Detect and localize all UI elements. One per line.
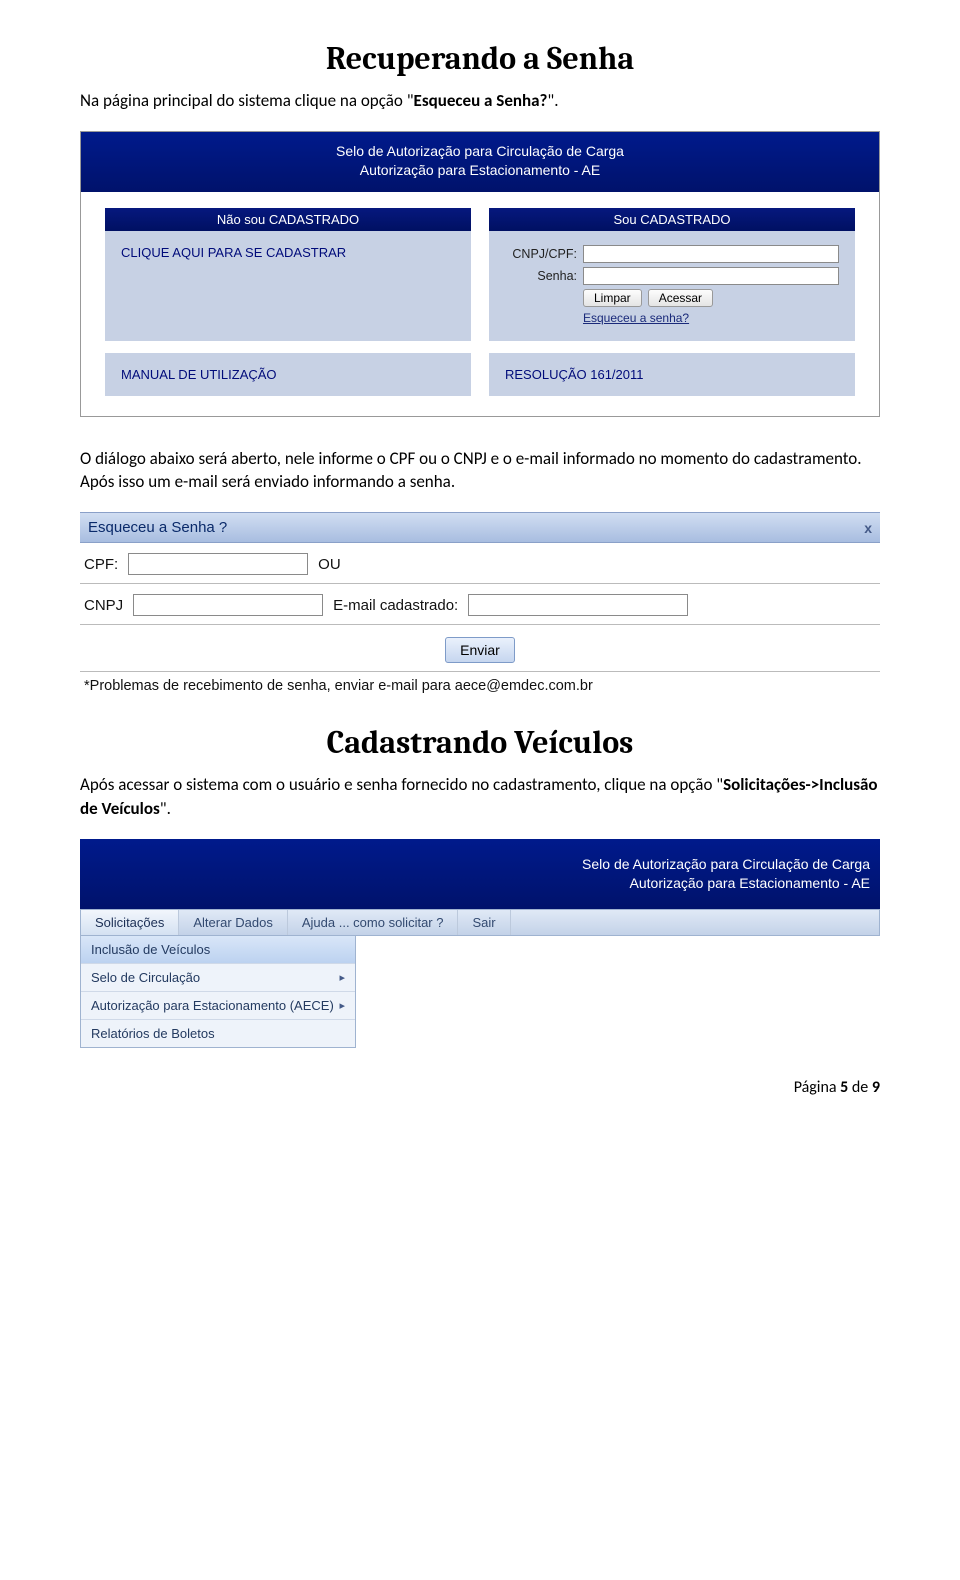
dialog-title-text: Esqueceu a Senha ? bbox=[88, 519, 227, 536]
left-header: Não sou CADASTRADO bbox=[105, 208, 471, 231]
section-heading-recovery: Recuperando a Senha bbox=[80, 40, 880, 77]
right-header: Sou CADASTRADO bbox=[489, 208, 855, 231]
resolution-link[interactable]: RESOLUÇÃO 161/2011 bbox=[489, 353, 855, 396]
nav-screenshot: Selo de Autorização para Circulação de C… bbox=[80, 839, 880, 1048]
intro2-pre: Após acessar o sistema com o usuário e s… bbox=[80, 774, 723, 795]
nav-alterar-dados[interactable]: Alterar Dados bbox=[179, 910, 287, 935]
cpf-input[interactable] bbox=[128, 553, 308, 575]
dd-autorizacao-aece[interactable]: Autorização para Estacionamento (AECE) ▸ bbox=[81, 991, 355, 1019]
footer-total: 9 bbox=[872, 1078, 880, 1097]
dialog-explain-text: O diálogo abaixo será aberto, nele infor… bbox=[80, 447, 880, 495]
dd-item-label: Inclusão de Veículos bbox=[91, 942, 210, 957]
cnpjcpf-input[interactable] bbox=[583, 245, 839, 263]
manual-link[interactable]: MANUAL DE UTILIZAÇÃO bbox=[105, 353, 471, 396]
intro-text-recovery: Na página principal do sistema clique na… bbox=[80, 89, 880, 113]
senha-input[interactable] bbox=[583, 267, 839, 285]
dd-item-label: Selo de Circulação bbox=[91, 970, 200, 985]
right-column: Sou CADASTRADO CNPJ/CPF: Senha: Limpar A… bbox=[489, 208, 855, 341]
dd-item-label: Autorização para Estacionamento (AECE) bbox=[91, 998, 334, 1013]
email-label: E-mail cadastrado: bbox=[333, 597, 458, 614]
login-form: CNPJ/CPF: Senha: Limpar Acessar Esqueceu… bbox=[489, 231, 855, 341]
chevron-right-icon: ▸ bbox=[339, 971, 345, 984]
footer-pre: Página bbox=[794, 1078, 840, 1097]
nav-solicitacoes[interactable]: Solicitações bbox=[81, 910, 179, 935]
forgot-password-dialog: Esqueceu a Senha ? x CPF: OU CNPJ E-mail… bbox=[80, 512, 880, 694]
dd-inclusao-veiculos[interactable]: Inclusão de Veículos bbox=[81, 936, 355, 963]
cnpj-input[interactable] bbox=[133, 594, 323, 616]
intro-post: ". bbox=[547, 90, 558, 111]
left-column: Não sou CADASTRADO CLIQUE AQUI PARA SE C… bbox=[105, 208, 471, 341]
clear-button[interactable]: Limpar bbox=[583, 289, 642, 307]
page-footer: Página 5 de 9 bbox=[80, 1078, 880, 1097]
dd-selo-circulacao[interactable]: Selo de Circulação ▸ bbox=[81, 963, 355, 991]
cnpj-label: CNPJ bbox=[84, 597, 123, 614]
or-separator: OU bbox=[318, 556, 341, 573]
cpf-label: CPF: bbox=[84, 556, 118, 573]
dialog-titlebar: Esqueceu a Senha ? x bbox=[80, 512, 880, 543]
chevron-right-icon: ▸ bbox=[339, 999, 345, 1012]
dialog-note: *Problemas de recebimento de senha, envi… bbox=[80, 672, 880, 694]
register-link[interactable]: CLIQUE AQUI PARA SE CADASTRAR bbox=[105, 231, 471, 341]
banner-line1: Selo de Autorização para Circulação de C… bbox=[89, 142, 871, 161]
cnpjcpf-label: CNPJ/CPF: bbox=[505, 247, 577, 261]
section-heading-vehicles: Cadastrando Veículos bbox=[80, 724, 880, 761]
close-icon[interactable]: x bbox=[864, 520, 872, 536]
intro-bold: Esqueceu a Senha? bbox=[414, 90, 548, 111]
login-portal-screenshot: Selo de Autorização para Circulação de C… bbox=[80, 131, 880, 417]
portal-banner: Selo de Autorização para Circulação de C… bbox=[81, 132, 879, 192]
nav-banner-line1: Selo de Autorização para Circulação de C… bbox=[90, 855, 870, 874]
email-input[interactable] bbox=[468, 594, 688, 616]
intro2-post: ". bbox=[160, 798, 171, 819]
send-button[interactable]: Enviar bbox=[445, 637, 515, 663]
access-button[interactable]: Acessar bbox=[648, 289, 713, 307]
nav-banner-line2: Autorização para Estacionamento - AE bbox=[90, 874, 870, 893]
dd-relatorios-boletos[interactable]: Relatórios de Boletos bbox=[81, 1019, 355, 1047]
nav-ajuda[interactable]: Ajuda ... como solicitar ? bbox=[288, 910, 459, 935]
main-navbar: Solicitações Alterar Dados Ajuda ... com… bbox=[80, 909, 880, 936]
solicitacoes-dropdown: Inclusão de Veículos Selo de Circulação … bbox=[80, 936, 356, 1048]
nav-sair[interactable]: Sair bbox=[458, 910, 510, 935]
banner-line2: Autorização para Estacionamento - AE bbox=[89, 161, 871, 180]
intro-text-vehicles: Após acessar o sistema com o usuário e s… bbox=[80, 773, 880, 821]
intro-pre: Na página principal do sistema clique na… bbox=[80, 90, 414, 111]
senha-label: Senha: bbox=[505, 269, 577, 283]
forgot-password-link[interactable]: Esqueceu a senha? bbox=[583, 311, 689, 325]
dd-item-label: Relatórios de Boletos bbox=[91, 1026, 215, 1041]
nav-banner: Selo de Autorização para Circulação de C… bbox=[80, 839, 880, 909]
footer-mid: de bbox=[848, 1078, 872, 1097]
